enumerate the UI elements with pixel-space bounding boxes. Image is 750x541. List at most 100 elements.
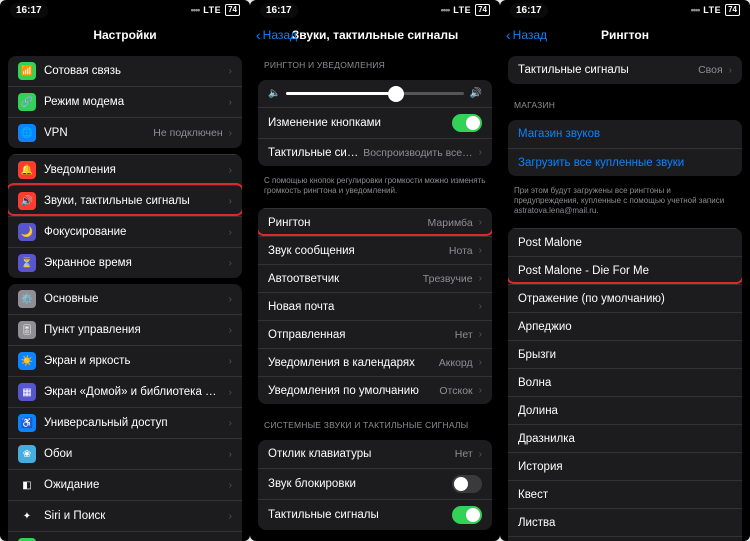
row-haptics-mode[interactable]: Тактильные сигналыВоспроизводить все…› [258, 138, 492, 166]
tone-row[interactable]: Арпеджио [508, 312, 742, 340]
sound-row[interactable]: АвтоответчикТрезвучие› [258, 264, 492, 292]
tone-row[interactable]: Post Malone - Die For Me [508, 256, 742, 284]
row-icon: ▦ [18, 383, 36, 401]
row-icon: ⏳ [18, 254, 36, 272]
chevron-right-icon: › [729, 65, 732, 76]
page-title: Рингтон [601, 28, 649, 42]
settings-row[interactable]: 🔊Звуки, тактильные сигналы› [8, 185, 242, 216]
settings-row[interactable]: ⏳Экранное время› [8, 247, 242, 278]
settings-row[interactable]: ◧Ожидание› [8, 469, 242, 500]
row-haptics[interactable]: Тактильные сигналы Своя › [508, 56, 742, 84]
status-bar: 16:17 •••• LTE 74 [500, 0, 750, 20]
row-label: Экран и яркость [44, 355, 223, 367]
group-system-sounds: Отклик клавиатурыНет›Звук блокировкиТакт… [258, 440, 492, 530]
row-label: Сотовая связь [44, 65, 223, 77]
group-notifications: 🔔Уведомления›🔊Звуки, тактильные сигналы›… [8, 154, 242, 278]
chevron-right-icon: › [479, 449, 482, 460]
tone-row[interactable]: Листва [508, 508, 742, 536]
chevron-right-icon: › [229, 418, 232, 429]
row-label: Автоответчик [268, 273, 419, 285]
row-change-with-buttons[interactable]: Изменение кнопками [258, 107, 492, 138]
back-label: Назад [513, 28, 547, 42]
settings-row[interactable]: ⚙️Основные› [8, 284, 242, 314]
tone-row[interactable]: Меркурий [508, 536, 742, 541]
chevron-right-icon: › [229, 480, 232, 491]
back-button[interactable]: ‹ Назад [506, 27, 547, 43]
system-sound-row[interactable]: Тактильные сигналы [258, 499, 492, 530]
settings-row[interactable]: ☺Face ID и код-пароль› [8, 531, 242, 541]
store-link[interactable]: Загрузить все купленные звуки [508, 148, 742, 176]
toggle[interactable] [452, 506, 482, 524]
row-label: Дразнилка [518, 433, 732, 445]
row-label: Долина [518, 405, 732, 417]
chevron-right-icon: › [479, 245, 482, 256]
row-label: Основные [44, 293, 223, 305]
row-label: Post Malone - Die For Me [518, 265, 732, 277]
store-link[interactable]: Магазин звуков [508, 120, 742, 148]
row-icon: 🔗 [18, 93, 36, 111]
settings-row[interactable]: 🔔Уведомления› [8, 154, 242, 185]
row-label: Изменение кнопками [268, 117, 452, 129]
sound-row[interactable]: Уведомления в календаряхАккорд› [258, 348, 492, 376]
back-label: Назад [263, 28, 297, 42]
tone-row[interactable]: История [508, 452, 742, 480]
settings-row[interactable]: ♿️Универсальный доступ› [8, 407, 242, 438]
phone-settings: 16:17 •••• LTE 74 Настройки 📶Сотовая свя… [0, 0, 250, 541]
battery-icon: 74 [725, 4, 740, 16]
settings-row[interactable]: 🎚Пункт управления› [8, 314, 242, 345]
tone-row[interactable]: Post Malone [508, 228, 742, 256]
row-label: Звуки, тактильные сигналы [44, 195, 223, 207]
settings-row[interactable]: 📶Сотовая связь› [8, 56, 242, 86]
slider-thumb[interactable] [388, 86, 404, 102]
settings-row[interactable]: ☀️Экран и яркость› [8, 345, 242, 376]
settings-row[interactable]: 🌐VPNНе подключен› [8, 117, 242, 148]
row-icon: ◧ [18, 476, 36, 494]
row-icon: ❀ [18, 445, 36, 463]
system-sound-row[interactable]: Отклик клавиатурыНет› [258, 440, 492, 468]
phone-ringtone: 16:17 •••• LTE 74 ‹ Назад Рингтон Тактил… [500, 0, 750, 541]
group-ringtones: РингтонМаримба›Звук сообщенияНота›Автоот… [258, 208, 492, 404]
chevron-right-icon: › [229, 227, 232, 238]
row-label: Тактильные сигналы [518, 64, 694, 76]
group-store-links: Магазин звуковЗагрузить все купленные зв… [508, 120, 742, 176]
tone-row[interactable]: Отражение (по умолчанию) [508, 284, 742, 312]
tone-row[interactable]: Брызги [508, 340, 742, 368]
row-icon: 🌙 [18, 223, 36, 241]
sound-row[interactable]: Уведомления по умолчаниюОтскок› [258, 376, 492, 404]
tone-row[interactable]: Волна [508, 368, 742, 396]
sound-row[interactable]: Новая почта› [258, 292, 492, 320]
row-value: Не подключен [153, 127, 222, 139]
chevron-right-icon: › [229, 387, 232, 398]
chevron-left-icon: ‹ [256, 27, 261, 43]
navbar: ‹ Назад Звуки, тактильные сигналы [250, 20, 500, 50]
tone-row[interactable]: Квест [508, 480, 742, 508]
chevron-right-icon: › [479, 357, 482, 368]
settings-row[interactable]: ✦Siri и Поиск› [8, 500, 242, 531]
settings-row[interactable]: 🌙Фокусирование› [8, 216, 242, 247]
signal-icon: •••• [441, 5, 450, 15]
settings-row[interactable]: ❀Обои› [8, 438, 242, 469]
sound-row[interactable]: Звук сообщенияНота› [258, 236, 492, 264]
signal-icon: •••• [191, 5, 200, 15]
toggle[interactable] [452, 114, 482, 132]
group-network: 📶Сотовая связь›🔗Режим модема›🌐VPNНе подк… [8, 56, 242, 148]
toggle[interactable] [452, 475, 482, 493]
back-button[interactable]: ‹ Назад [256, 27, 297, 43]
chevron-right-icon: › [229, 66, 232, 77]
settings-row[interactable]: ▦Экран «Домой» и библиотека приложений› [8, 376, 242, 407]
tone-row[interactable]: Долина [508, 396, 742, 424]
volume-slider[interactable] [286, 92, 463, 95]
row-label: Брызги [518, 349, 732, 361]
chevron-right-icon: › [229, 165, 232, 176]
tone-row[interactable]: Дразнилка [508, 424, 742, 452]
sound-row[interactable]: ОтправленнаяНет› [258, 320, 492, 348]
row-label: VPN [44, 127, 149, 139]
network-label: LTE [203, 5, 221, 15]
settings-row[interactable]: 🔗Режим модема› [8, 86, 242, 117]
row-label: Пункт управления [44, 324, 223, 336]
row-value: Маримба [428, 217, 473, 229]
system-sound-row[interactable]: Звук блокировки [258, 468, 492, 499]
sound-row[interactable]: РингтонМаримба› [258, 208, 492, 236]
row-icon: ⚙️ [18, 290, 36, 308]
volume-slider-row[interactable]: 🔈 🔊 [258, 80, 492, 107]
